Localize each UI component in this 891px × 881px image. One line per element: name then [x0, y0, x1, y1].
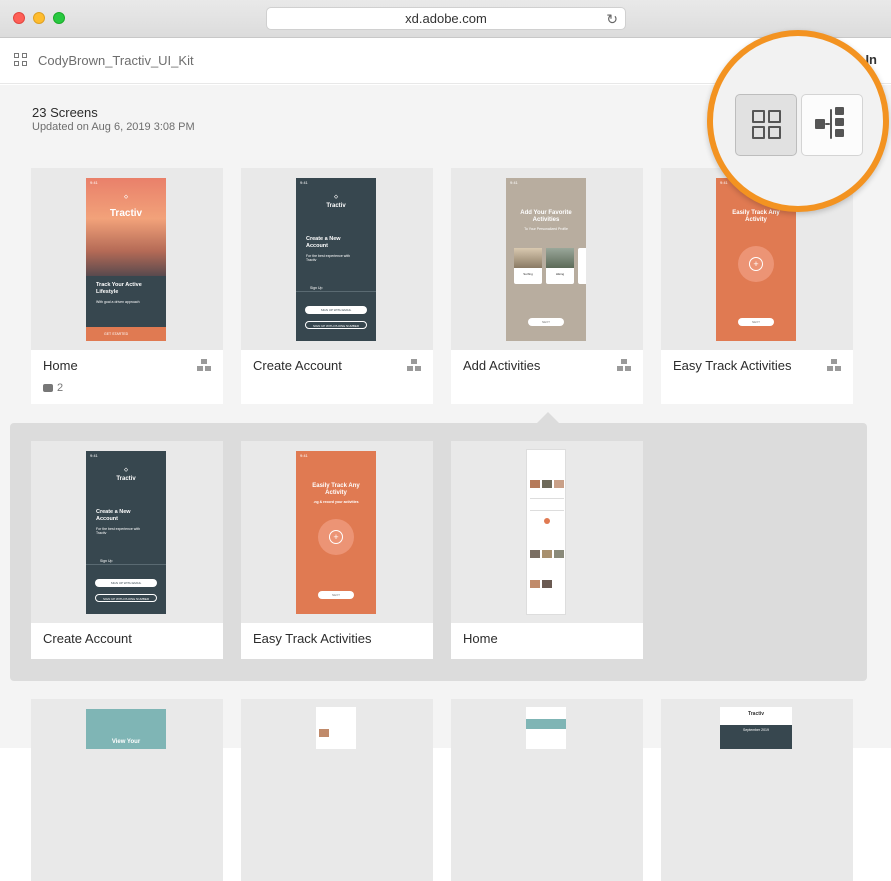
- comment-count[interactable]: 2: [43, 382, 63, 394]
- screen-label: Create Account: [253, 358, 342, 373]
- updated-date: Updated on Aug 6, 2019 3:08 PM: [32, 121, 195, 133]
- screen-label: Easy Track Activities: [253, 631, 371, 646]
- browser-titlebar: xd.adobe.com ↻: [0, 0, 891, 38]
- screens-count: 23 Screens: [32, 105, 98, 120]
- document-title: CodyBrown_Tractiv_UI_Kit: [38, 53, 194, 68]
- flow-icon[interactable]: [617, 359, 631, 372]
- home-feed-preview: [526, 449, 566, 615]
- screen-card-row3-3[interactable]: [451, 699, 643, 749]
- reload-icon[interactable]: ↻: [606, 8, 618, 30]
- grid-view-button[interactable]: [735, 94, 797, 156]
- screen-card-row3-1[interactable]: View Your: [31, 699, 223, 749]
- flow-card-easy-track[interactable]: 9:41 Easily Track Any Activity .ng & rec…: [241, 441, 433, 659]
- flow-view-button[interactable]: [801, 94, 863, 156]
- view-toggle-zoom-callout: [707, 30, 889, 212]
- screen-label: Easy Track Activities: [673, 358, 791, 373]
- add-activities-preview: 9:41 Add Your Favorite Activities To You…: [506, 178, 586, 341]
- home-screen-preview: 9:41 ◇ Tractiv Track Your Active Lifesty…: [86, 178, 166, 341]
- headline-text: Track Your Active Lifestyle: [96, 282, 151, 295]
- screen-label: Home: [463, 631, 498, 646]
- screen-card-home[interactable]: 9:41 ◇ Tractiv Track Your Active Lifesty…: [31, 168, 223, 404]
- create-account-preview: 9:41 ◇ Tractiv Create a New Account For …: [86, 451, 166, 614]
- flow-icon[interactable]: [407, 359, 421, 372]
- screen-card-create-account[interactable]: 9:41 ◇ Tractiv Create a New Account For …: [241, 168, 433, 404]
- screen-card-row3-2[interactable]: [241, 699, 433, 749]
- flow-panel-pointer: [537, 412, 559, 423]
- flow-icon[interactable]: [827, 359, 841, 372]
- url-text: xd.adobe.com: [405, 11, 487, 26]
- close-window-button[interactable]: [13, 12, 25, 24]
- address-bar[interactable]: xd.adobe.com ↻: [266, 7, 626, 30]
- flow-icon[interactable]: [197, 359, 211, 372]
- comment-icon: [43, 384, 53, 392]
- create-account-preview: 9:41 ◇ Tractiv Create a New Account For …: [296, 178, 376, 341]
- screen-card-row3-4[interactable]: Tractiv September 2019: [661, 699, 853, 749]
- brand-text: Tractiv: [86, 208, 166, 220]
- screen-label: Add Activities: [463, 358, 540, 373]
- screen-label: Create Account: [43, 631, 132, 646]
- flow-card-create-account[interactable]: 9:41 ◇ Tractiv Create a New Account For …: [31, 441, 223, 659]
- screen-label: Home: [43, 358, 78, 373]
- screen-card-add-activities[interactable]: 9:41 Add Your Favorite Activities To You…: [451, 168, 643, 404]
- grid-apps-icon[interactable]: [14, 53, 28, 67]
- easy-track-preview: 9:41 Easily Track Any Activity .ng & rec…: [296, 451, 376, 614]
- zoom-window-button[interactable]: [53, 12, 65, 24]
- get-started-bar: GET STARTED: [86, 327, 166, 341]
- minimize-window-button[interactable]: [33, 12, 45, 24]
- flow-card-home[interactable]: Home: [451, 441, 643, 659]
